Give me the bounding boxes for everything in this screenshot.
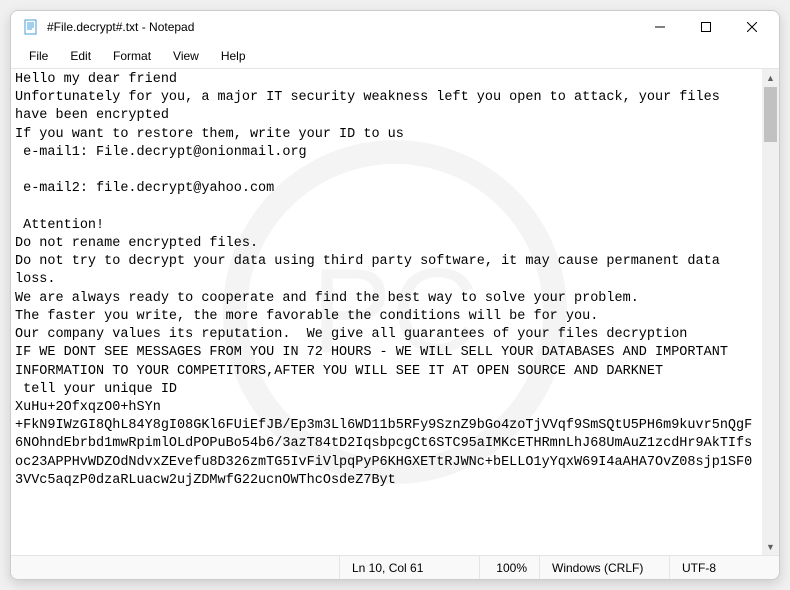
minimize-icon: [655, 22, 665, 32]
status-position: Ln 10, Col 61: [339, 556, 479, 579]
vertical-scrollbar[interactable]: ▲ ▼: [762, 69, 779, 555]
status-zoom: 100%: [479, 556, 539, 579]
close-button[interactable]: [729, 11, 775, 43]
close-icon: [747, 22, 757, 32]
window-controls: [637, 11, 775, 43]
content-area: ▲ ▼ PC: [11, 69, 779, 555]
window-title: #File.decrypt#.txt - Notepad: [47, 20, 194, 34]
notepad-window: #File.decrypt#.txt - Notepad File Edit F…: [10, 10, 780, 580]
titlebar[interactable]: #File.decrypt#.txt - Notepad: [11, 11, 779, 43]
scrollbar-thumb[interactable]: [764, 87, 777, 142]
menu-format[interactable]: Format: [103, 45, 161, 67]
menu-file[interactable]: File: [19, 45, 58, 67]
text-editor[interactable]: [11, 69, 762, 555]
minimize-button[interactable]: [637, 11, 683, 43]
maximize-button[interactable]: [683, 11, 729, 43]
scrollbar-down-icon[interactable]: ▼: [762, 538, 779, 555]
menu-help[interactable]: Help: [211, 45, 256, 67]
status-encoding: UTF-8: [669, 556, 779, 579]
menubar: File Edit Format View Help: [11, 43, 779, 69]
menu-view[interactable]: View: [163, 45, 209, 67]
scrollbar-up-icon[interactable]: ▲: [762, 69, 779, 86]
status-spacer: [11, 556, 339, 579]
statusbar: Ln 10, Col 61 100% Windows (CRLF) UTF-8: [11, 555, 779, 579]
status-lineending: Windows (CRLF): [539, 556, 669, 579]
menu-edit[interactable]: Edit: [60, 45, 101, 67]
maximize-icon: [701, 22, 711, 32]
notepad-icon: [23, 19, 39, 35]
